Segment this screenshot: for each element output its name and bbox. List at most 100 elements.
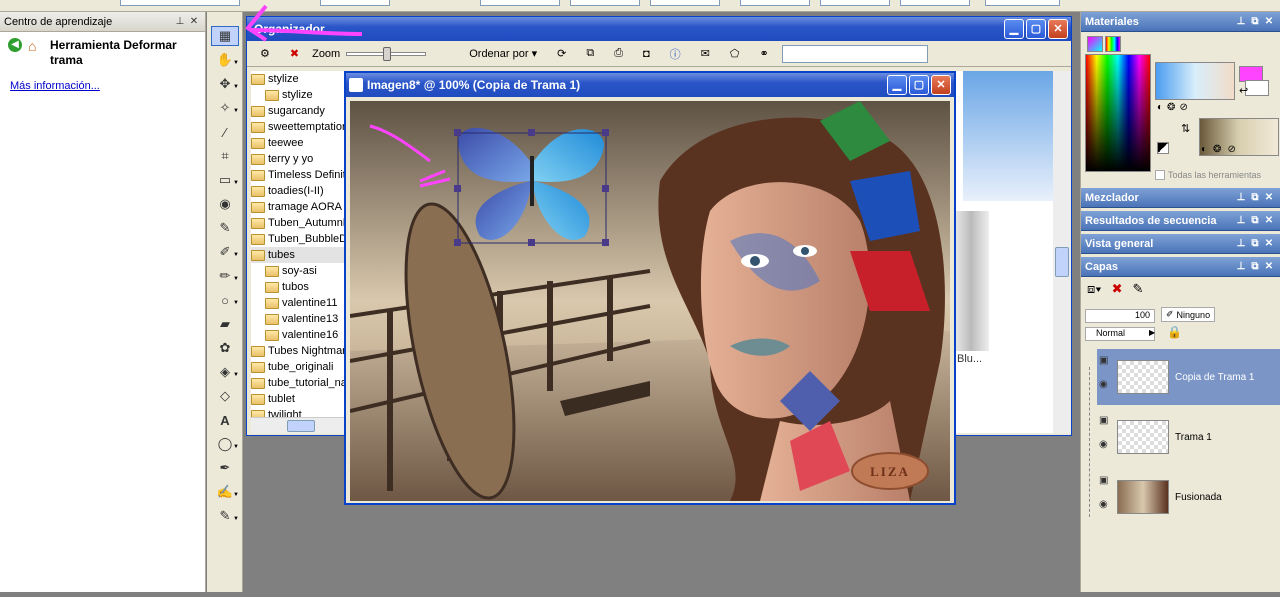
folder-item[interactable]: stylize xyxy=(251,87,351,103)
red-eye-icon[interactable]: ◉ xyxy=(211,194,239,214)
toolbar-field[interactable] xyxy=(120,0,240,6)
close-button[interactable]: ✕ xyxy=(1048,19,1068,39)
eye-icon[interactable]: ◉ xyxy=(1099,379,1108,390)
folder-item[interactable]: Timeless Definition xyxy=(251,167,351,183)
email-icon[interactable]: ✉ xyxy=(694,44,717,64)
info-icon[interactable]: ⓘ xyxy=(663,44,688,64)
layer-row[interactable]: ▣ ◉ Trama 1 xyxy=(1097,409,1280,465)
color-spectrum[interactable] xyxy=(1085,54,1151,172)
lock-icon[interactable]: 🔒 xyxy=(1167,325,1182,339)
pin-icon[interactable]: ⊥ xyxy=(173,16,187,27)
thumbnail[interactable] xyxy=(953,211,989,351)
deform-tool-icon[interactable]: ▦ xyxy=(211,26,239,46)
close-icon[interactable]: ✕ xyxy=(1262,16,1276,27)
none-icon[interactable]: ⊘ xyxy=(1227,144,1235,155)
dodge-tool-icon[interactable]: ○ ▼ xyxy=(211,290,239,310)
close-icon[interactable]: ✕ xyxy=(1262,238,1276,249)
clone-brush-icon[interactable]: ✎ xyxy=(211,218,239,238)
folder-item[interactable]: teewee xyxy=(251,135,351,151)
swap-colors-icon[interactable]: ↩ xyxy=(1239,84,1248,97)
image-canvas[interactable]: LIZA xyxy=(350,101,950,501)
folder-item[interactable]: valentine13 xyxy=(251,311,351,327)
copy-icon[interactable]: ⧉ xyxy=(579,44,601,64)
crop-tool-icon[interactable]: ⌗ xyxy=(211,146,239,166)
vertical-scrollbar[interactable] xyxy=(1053,71,1071,433)
spectrum-tab-icon[interactable] xyxy=(1105,36,1121,52)
restore-icon[interactable]: ⧉ xyxy=(1248,261,1262,272)
palette-tab-icon[interactable] xyxy=(1087,36,1103,52)
foreground-gradient-swatch[interactable] xyxy=(1155,62,1235,100)
shape-tool-icon[interactable]: ◯ ▼ xyxy=(211,434,239,454)
airbrush-icon[interactable]: ✏ ▼ xyxy=(211,266,239,286)
folder-item[interactable]: stylize xyxy=(251,71,351,87)
style-icon[interactable]: ◐ xyxy=(1201,144,1207,155)
folder-item[interactable]: tubos xyxy=(251,279,351,295)
restore-icon[interactable]: ⧉ xyxy=(1248,215,1262,226)
folder-item[interactable]: tube_tutorial_na xyxy=(251,375,351,391)
pin-icon[interactable]: ⊥ xyxy=(1234,261,1248,272)
horizontal-scrollbar[interactable] xyxy=(251,417,351,433)
folder-item[interactable]: valentine11 xyxy=(251,295,351,311)
close-icon[interactable]: ✕ xyxy=(1262,261,1276,272)
delete-layer-icon[interactable]: ✖ xyxy=(1112,281,1123,297)
maximize-button[interactable]: ▢ xyxy=(909,75,929,95)
art-media-icon[interactable]: ✎ ▼ xyxy=(211,506,239,526)
close-icon[interactable]: ✕ xyxy=(187,16,201,27)
toolbar-field[interactable] xyxy=(480,0,560,6)
flood-fill-icon[interactable]: ◈ ▼ xyxy=(211,362,239,382)
restore-icon[interactable]: ⧉ xyxy=(1248,238,1262,249)
scrollbar-thumb[interactable] xyxy=(287,420,315,432)
maximize-button[interactable]: ▢ xyxy=(1026,19,1046,39)
layer-visibility-icon[interactable]: ▣ xyxy=(1099,415,1108,426)
folder-item[interactable]: toadies(I-II) xyxy=(251,183,351,199)
folder-item[interactable]: valentine16 xyxy=(251,327,351,343)
mixer-titlebar[interactable]: Mezclador ⊥ ⧉ ✕ xyxy=(1081,188,1280,208)
dropper-icon[interactable]: ⁄ xyxy=(211,122,239,142)
blend-mode-select[interactable]: Normal xyxy=(1085,327,1155,341)
overview-titlebar[interactable]: Vista general ⊥ ⧉ ✕ xyxy=(1081,234,1280,254)
restore-icon[interactable]: ⧉ xyxy=(1248,192,1262,203)
eraser-icon[interactable]: ▰ xyxy=(211,314,239,334)
folder-item[interactable]: tubes xyxy=(251,247,351,263)
camera-icon[interactable]: ◘ xyxy=(636,44,657,64)
minimize-button[interactable]: ▁ xyxy=(887,75,907,95)
folder-item[interactable]: sweettemptation xyxy=(251,119,351,135)
folder-item[interactable]: tube_originali xyxy=(251,359,351,375)
warp-brush-icon[interactable]: ✍ ▼ xyxy=(211,482,239,502)
pin-icon[interactable]: ⊥ xyxy=(1234,192,1248,203)
pin-icon[interactable]: ⊥ xyxy=(1234,16,1248,27)
swap-materials-icon[interactable]: ⇅ xyxy=(1181,122,1190,135)
pan-tool-icon[interactable]: ✋ ▼ xyxy=(211,50,239,70)
folder-item[interactable]: tramage AORA xyxy=(251,199,351,215)
folder-item[interactable]: twilight xyxy=(251,407,351,417)
toolbar-field[interactable] xyxy=(900,0,970,6)
text-tool-icon[interactable]: A xyxy=(211,410,239,430)
picture-tube-icon[interactable]: ✿ xyxy=(211,338,239,358)
link-icon[interactable]: ⚭ xyxy=(752,44,775,64)
none-icon[interactable]: ⊘ xyxy=(1179,102,1187,113)
opacity-field[interactable]: 100 xyxy=(1085,309,1155,323)
restore-icon[interactable]: ⧉ xyxy=(1248,16,1262,27)
mask-button[interactable]: ✐ Ninguno xyxy=(1161,307,1216,322)
layer-visibility-icon[interactable]: ▣ xyxy=(1099,475,1108,486)
folder-item[interactable]: terry y yo xyxy=(251,151,351,167)
zoom-slider[interactable] xyxy=(346,46,427,61)
close-icon[interactable]: ✕ xyxy=(1262,192,1276,203)
sort-by-dropdown[interactable]: Ordenar por ▾ xyxy=(462,44,544,64)
toolbar-field[interactable] xyxy=(985,0,1060,6)
close-icon[interactable]: ✕ xyxy=(1262,215,1276,226)
background-color-swatch[interactable] xyxy=(1245,80,1269,96)
print-icon[interactable]: ⎙ xyxy=(607,44,630,64)
magic-wand-icon[interactable]: ✧ ▼ xyxy=(211,98,239,118)
style-icon[interactable]: ◐ xyxy=(1157,102,1163,113)
zoom-slider-knob[interactable] xyxy=(383,46,392,61)
reset-colors-icon[interactable] xyxy=(1157,142,1169,154)
eye-icon[interactable]: ◉ xyxy=(1099,439,1108,450)
folder-item[interactable]: soy-asi xyxy=(251,263,351,279)
folder-item[interactable]: Tuben_BubbleDr xyxy=(251,231,351,247)
close-button[interactable]: ✕ xyxy=(931,75,951,95)
scrollbar-thumb[interactable] xyxy=(1055,247,1069,277)
toolbar-field[interactable] xyxy=(570,0,640,6)
pen-tool-icon[interactable]: ✒ xyxy=(211,458,239,478)
paint-brush-icon[interactable]: ✐ ▼ xyxy=(211,242,239,262)
